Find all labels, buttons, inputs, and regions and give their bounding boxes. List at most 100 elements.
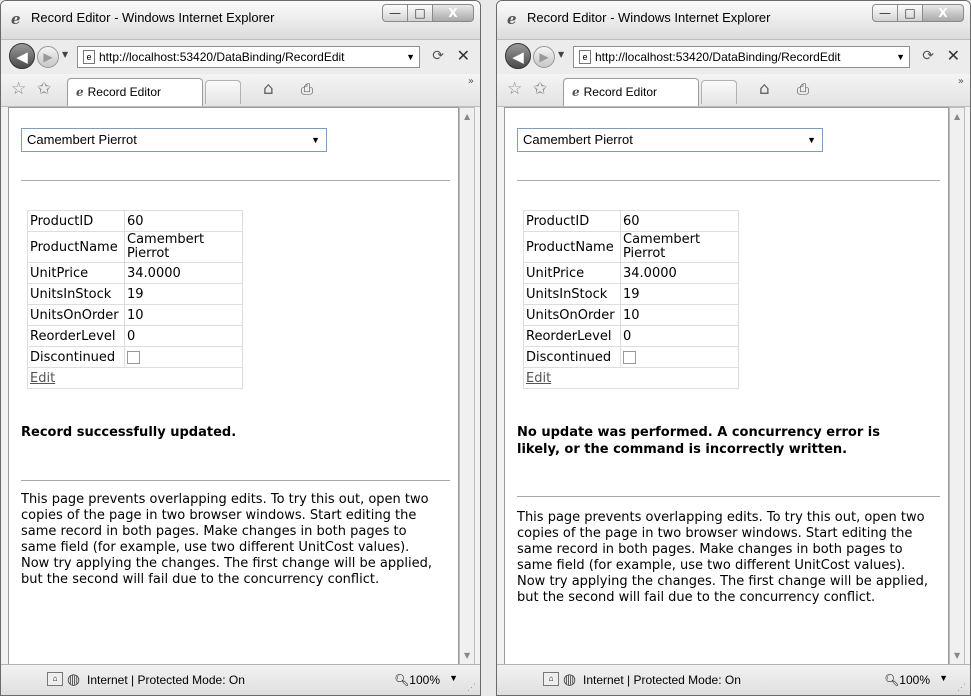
close-button[interactable]: X	[922, 4, 964, 22]
window-title: Record Editor - Windows Internet Explore…	[31, 10, 275, 25]
security-zone[interactable]: Internet | Protected Mode: On	[87, 673, 245, 687]
title-bar[interactable]: e Record Editor - Windows Internet Explo…	[497, 1, 970, 40]
table-row: ProductID 60	[27, 210, 243, 232]
field-label: ProductID	[27, 210, 125, 232]
discontinued-checkbox	[127, 350, 140, 364]
field-label: UnitPrice	[27, 262, 125, 284]
print-icon[interactable]: ⎙	[797, 80, 809, 98]
page-icon: e	[83, 50, 95, 64]
zoom-dropdown-icon[interactable]: ▼	[939, 673, 948, 683]
resize-grip-icon[interactable]: ⋰	[467, 682, 476, 693]
ie-logo-icon: e	[11, 10, 21, 28]
description-text: This page prevents overlapping edits. To…	[21, 492, 432, 587]
minimize-button[interactable]: —	[872, 4, 898, 22]
print-icon[interactable]: ⎙	[301, 80, 313, 98]
history-dropdown-icon[interactable]: ▼	[62, 50, 68, 59]
field-value: 34.0000	[620, 262, 739, 284]
field-label: UnitsInStock	[27, 283, 125, 305]
divider	[517, 496, 940, 497]
page-content: Camembert Pierrot ▼ ProductID 60 ProductNa…	[8, 107, 459, 665]
field-label: ReorderLevel	[523, 325, 621, 347]
refresh-icon[interactable]: ⟳	[922, 48, 934, 64]
address-dropdown-icon[interactable]: ▼	[406, 47, 415, 67]
tab-record-editor[interactable]: e Record Editor	[67, 78, 203, 106]
history-dropdown-icon[interactable]: ▼	[558, 50, 564, 59]
resize-grip-icon[interactable]: ⋰	[957, 682, 966, 693]
add-favorites-icon[interactable]: ✩	[533, 79, 547, 99]
product-dropdown-value: Camembert Pierrot	[523, 132, 633, 147]
table-row: ProductName Camembert Pierrot	[523, 231, 739, 263]
chevron-down-icon: ▼	[311, 135, 320, 145]
refresh-icon[interactable]: ⟳	[432, 48, 444, 64]
scroll-up-icon[interactable]: ▲	[464, 112, 470, 121]
back-button[interactable]: ◀	[9, 43, 35, 69]
scroll-up-icon[interactable]: ▲	[954, 112, 960, 121]
product-dropdown[interactable]: Camembert Pierrot ▼	[517, 128, 823, 152]
field-value: 60	[124, 210, 243, 232]
address-bar[interactable]: e http://localhost:53420/DataBinding/Reco…	[77, 46, 420, 68]
home-icon[interactable]: ⌂	[263, 79, 274, 99]
minimize-button[interactable]: —	[382, 4, 408, 22]
more-chevron-icon[interactable]: »	[468, 76, 474, 87]
edit-link[interactable]: Edit	[526, 371, 551, 386]
new-tab-button[interactable]	[205, 80, 241, 104]
field-label: ProductID	[523, 210, 621, 232]
navigation-bar: ◀ ▶ ▼ e http://localhost:53420/DataBindin…	[497, 40, 970, 74]
table-row: UnitsInStock 19	[27, 283, 243, 305]
navigation-bar: ◀ ▶ ▼ e http://localhost:53420/DataBindin…	[1, 40, 480, 74]
scroll-down-icon[interactable]: ▼	[954, 651, 960, 660]
command-cell: Edit	[27, 367, 243, 389]
back-button[interactable]: ◀	[505, 43, 531, 69]
field-value: 0	[620, 325, 739, 347]
table-row: ReorderLevel 0	[523, 325, 739, 347]
field-value	[620, 346, 739, 368]
ie-logo-icon: e	[507, 10, 517, 28]
tab-toolbar: ☆ ✩ e Record Editor ⌂ ⎙ »	[497, 74, 970, 107]
product-dropdown[interactable]: Camembert Pierrot ▼	[21, 128, 327, 152]
edit-link[interactable]: Edit	[30, 371, 55, 386]
maximize-button[interactable]: □	[407, 4, 433, 22]
forward-button[interactable]: ▶	[37, 46, 59, 68]
vertical-scrollbar[interactable]: ▲ ▼	[459, 107, 475, 665]
field-value: Camembert Pierrot	[620, 231, 739, 263]
security-zone[interactable]: Internet | Protected Mode: On	[583, 673, 741, 687]
add-favorites-icon[interactable]: ✩	[37, 79, 51, 99]
status-bar: ⌂ ◍ Internet | Protected Mode: On 🔍︎100%…	[1, 664, 480, 695]
new-tab-button[interactable]	[701, 80, 737, 104]
status-message: No update was performed. A concurrency e…	[517, 425, 880, 457]
details-view: ProductID 60 ProductName Camembert Pierrot…	[523, 210, 739, 389]
title-bar[interactable]: e Record Editor - Windows Internet Explo…	[1, 1, 480, 40]
field-label: ReorderLevel	[27, 325, 125, 347]
vertical-scrollbar[interactable]: ▲ ▼	[949, 107, 965, 665]
field-label: UnitsOnOrder	[27, 304, 125, 326]
zoom-level[interactable]: 🔍︎100%	[884, 673, 930, 687]
description-text: This page prevents overlapping edits. To…	[517, 510, 928, 605]
close-button[interactable]: X	[432, 4, 474, 22]
favorites-star-icon[interactable]: ☆	[11, 79, 26, 99]
zoom-level[interactable]: 🔍︎100%	[394, 673, 440, 687]
table-row: Edit	[27, 367, 243, 389]
field-value: 10	[124, 304, 243, 326]
address-bar[interactable]: e http://localhost:53420/DataBinding/Reco…	[573, 46, 910, 68]
zoom-dropdown-icon[interactable]: ▼	[449, 673, 458, 683]
home-icon[interactable]: ⌂	[759, 79, 770, 99]
product-dropdown-value: Camembert Pierrot	[27, 132, 137, 147]
tab-record-editor[interactable]: e Record Editor	[563, 78, 699, 106]
maximize-button[interactable]: □	[897, 4, 923, 22]
field-label: ProductName	[27, 231, 125, 263]
field-value	[124, 346, 243, 368]
forward-button[interactable]: ▶	[533, 46, 555, 68]
field-label: UnitsInStock	[523, 283, 621, 305]
stop-icon[interactable]: ✕	[457, 46, 470, 65]
address-url: http://localhost:53420/DataBinding/Recor…	[99, 50, 345, 64]
scroll-down-icon[interactable]: ▼	[464, 651, 470, 660]
table-row: ProductID 60	[523, 210, 739, 232]
tab-ie-icon: e	[572, 85, 580, 99]
window-title: Record Editor - Windows Internet Explore…	[527, 10, 771, 25]
address-dropdown-icon[interactable]: ▼	[896, 47, 905, 67]
stop-icon[interactable]: ✕	[947, 46, 960, 65]
field-label: UnitPrice	[523, 262, 621, 284]
favorites-star-icon[interactable]: ☆	[507, 79, 522, 99]
more-chevron-icon[interactable]: »	[958, 76, 964, 87]
table-row: ReorderLevel 0	[27, 325, 243, 347]
